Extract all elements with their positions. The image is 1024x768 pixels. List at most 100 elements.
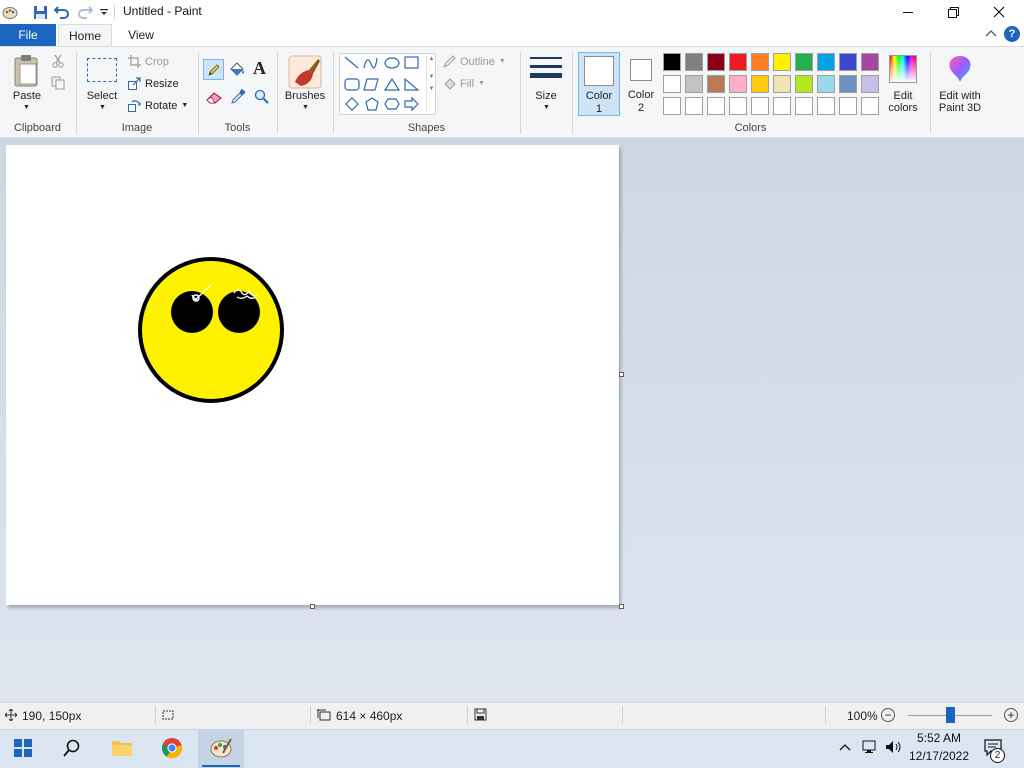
undo-icon[interactable] [53,3,71,21]
file-explorer-icon[interactable] [111,738,133,761]
collapse-ribbon-icon[interactable] [985,28,997,42]
scissors-icon[interactable] [51,54,65,71]
palette-swatch[interactable] [817,75,835,93]
show-hidden-icons-icon[interactable] [839,741,851,755]
colors-group-label: Colors [734,122,767,134]
paint-taskbar-button[interactable] [198,729,244,768]
palette-swatch[interactable] [839,97,857,115]
eraser-icon[interactable] [206,90,223,107]
palette-swatch[interactable] [707,97,725,115]
pencil-icon[interactable] [203,59,224,80]
rotate-dropdown-icon: ▼ [181,102,189,109]
zoom-in-button[interactable]: + [1004,708,1018,722]
window-title: Untitled - Paint [123,4,202,18]
paint-app-icon[interactable] [1,3,19,21]
brushes-label: Brushes [284,90,326,102]
resize-handle-corner[interactable] [619,604,624,609]
fill-icon[interactable] [228,61,246,81]
palette-swatch[interactable] [751,53,769,71]
text-icon[interactable]: A [253,58,266,79]
resize-handle-bottom[interactable] [310,604,315,609]
palette-swatch[interactable] [663,97,681,115]
resize-handle-right[interactable] [619,372,624,377]
palette-swatch[interactable] [707,53,725,71]
restore-button[interactable] [930,0,976,24]
paint3d-label-1: Edit with [939,90,981,102]
palette-swatch[interactable] [773,97,791,115]
rotate-button[interactable]: Rotate ▼ [128,99,188,112]
size-label: Size [535,90,557,102]
customize-quick-access-icon[interactable] [95,3,113,21]
palette-swatch[interactable] [729,75,747,93]
edit-with-paint3d-button[interactable]: Edit with Paint 3D [934,52,986,116]
brushes-button[interactable]: Brushes ▼ [281,52,329,114]
tab-home[interactable]: Home [58,24,112,46]
start-icon[interactable] [14,739,32,760]
palette-swatch[interactable] [729,53,747,71]
palette-swatch[interactable] [861,75,879,93]
palette-swatch[interactable] [773,53,791,71]
outline-button[interactable]: Outline ▼ [443,55,506,68]
crop-button[interactable]: Crop [128,55,169,68]
color2-button[interactable]: Color 2 [622,52,660,116]
save-icon[interactable] [31,3,49,21]
image-group-label: Image [121,122,153,134]
zoom-slider-thumb[interactable] [945,707,955,723]
palette-swatch[interactable] [795,75,813,93]
rotate-icon [128,100,141,112]
size-line-thick [530,73,562,78]
tab-file[interactable]: File [0,24,56,46]
ribbon-separator [572,52,573,134]
palette-swatch[interactable] [751,97,769,115]
magnifier-icon[interactable] [254,89,269,107]
palette-swatch[interactable] [839,75,857,93]
edit-colors-button[interactable]: Edit colors [884,52,922,116]
curve-shape-icon [363,57,378,69]
palette-swatch[interactable] [861,53,879,71]
palette-swatch[interactable] [839,53,857,71]
search-icon[interactable] [63,739,81,760]
select-button[interactable]: Select ▼ [82,54,122,114]
clock-time[interactable]: 5:52 AM [906,731,972,745]
palette-swatch[interactable] [729,97,747,115]
palette-swatch[interactable] [685,53,703,71]
chrome-icon[interactable] [161,737,183,762]
shapes-scroll[interactable]: ▲ ▼ ▼ [426,56,436,112]
minimize-button[interactable] [885,0,931,24]
palette-swatch[interactable] [795,97,813,115]
select-icon [87,58,117,82]
rectangle-shape-icon [404,56,419,69]
close-button[interactable] [976,0,1022,24]
zoom-out-button[interactable]: − [881,708,895,722]
rotate-label: Rotate [145,99,178,112]
paste-dropdown-icon: ▼ [23,104,30,111]
palette-swatch[interactable] [751,75,769,93]
redo-icon[interactable] [76,3,94,21]
clock-date[interactable]: 12/17/2022 [906,749,972,763]
right-triangle-shape-icon [404,77,420,91]
resize-button[interactable]: Resize [128,77,179,90]
network-icon[interactable] [862,739,880,758]
color-picker-icon[interactable] [231,89,246,107]
palette-swatch[interactable] [663,53,681,71]
palette-swatch[interactable] [795,53,813,71]
palette-swatch[interactable] [817,97,835,115]
palette-swatch[interactable] [663,75,681,93]
palette-swatch[interactable] [861,97,879,115]
help-icon[interactable]: ? [1004,26,1020,42]
palette-swatch[interactable] [707,75,725,93]
palette-swatch[interactable] [685,97,703,115]
volume-icon[interactable] [885,739,903,758]
copy-icon[interactable] [51,76,65,93]
color2-label: Color [627,89,655,101]
outline-label: Outline [460,55,495,68]
palette-swatch[interactable] [685,75,703,93]
fill-style-button[interactable]: Fill ▼ [443,77,485,90]
color1-button[interactable]: Color 1 [578,52,620,116]
palette-swatch[interactable] [773,75,791,93]
drawing-canvas[interactable] [6,145,619,605]
paste-button[interactable]: Paste ▼ [8,52,46,112]
tab-view[interactable]: View [118,24,164,46]
palette-swatch[interactable] [817,53,835,71]
size-button[interactable]: Size ▼ [525,52,567,114]
